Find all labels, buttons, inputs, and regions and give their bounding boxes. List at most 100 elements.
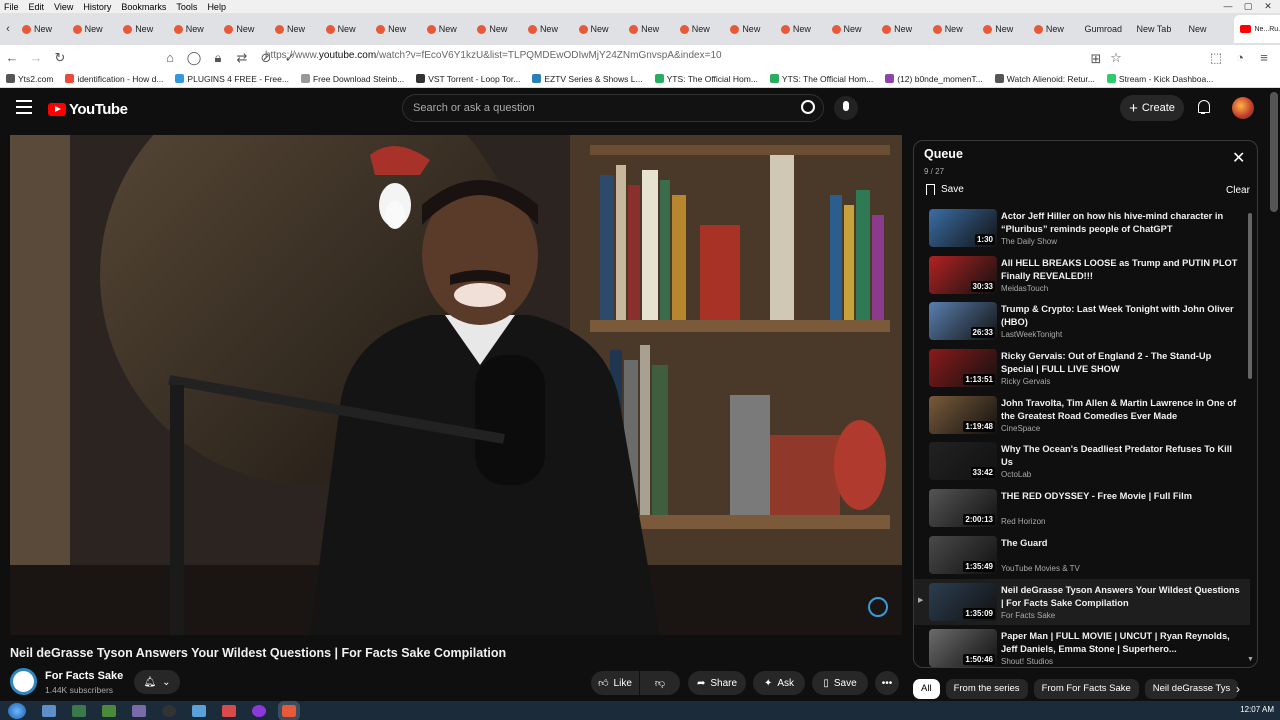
browser-tab[interactable]: Gumroad [1078,15,1130,43]
browser-tab[interactable]: New [623,15,674,43]
reload-icon[interactable]: ↻ [48,50,72,66]
share-button[interactable]: ➦ Share [688,671,746,695]
app-icon[interactable] [192,704,206,717]
filter-chip[interactable]: All [913,679,940,699]
browser-tab[interactable]: New [269,15,320,43]
bookmark-item[interactable]: YTS: The Official Hom... [764,74,879,84]
queue-item[interactable]: 2:00:13 THE RED ODYSSEY - Free Movie | Fu… [914,485,1250,532]
voice-search-icon[interactable] [834,96,858,120]
filter-chip[interactable]: From the series [945,679,1028,699]
bookmark-item[interactable]: YTS: The Official Hom... [649,74,764,84]
browser-tab[interactable]: New [674,15,725,43]
video-player[interactable] [10,135,902,635]
dislike-button[interactable]: 👎︎ [640,671,680,695]
bookmark-item[interactable]: identification - How d... [59,74,169,84]
app-icon[interactable] [252,704,266,717]
page-scrollbar[interactable] [1270,92,1278,212]
bookmark-item[interactable]: Free Download Steinb... [295,74,410,84]
more-actions-icon[interactable]: ••• [875,671,899,695]
tab-scroll-left-icon[interactable]: ‹ [0,23,16,35]
browser-tab[interactable]: New [826,15,877,43]
minimize-icon[interactable]: — [1220,1,1236,11]
bookmark-item[interactable]: VST Torrent - Loop Tor... [410,74,526,84]
start-icon[interactable] [8,702,26,719]
browser-tab[interactable]: New [876,15,927,43]
queue-item[interactable]: 33:42 Why The Ocean's Deadliest Predator … [914,438,1250,485]
menu-history[interactable]: History [83,2,111,12]
queue-save-button[interactable]: Save [926,184,964,195]
channel-avatar[interactable] [10,668,37,695]
notifications-bell-icon[interactable] [1196,100,1210,114]
menu-tools[interactable]: Tools [176,2,197,12]
forward-icon[interactable]: → [24,50,48,65]
browser-tab[interactable]: New [320,15,371,43]
browser-tab[interactable]: New [421,15,472,43]
home-icon[interactable]: ⌂ [158,50,182,65]
queue-clear-button[interactable]: Clear [1226,185,1250,196]
browser-tab[interactable]: New [573,15,624,43]
queue-item[interactable]: 1:50:46 Paper Man | FULL MOVIE | UNCUT | … [914,625,1250,667]
bookmark-item[interactable]: PLUGINS 4 FREE - Free... [169,74,295,84]
subscription-bell-button[interactable]: 🔔︎ ⌄ [134,670,180,694]
bookmark-item[interactable]: Yts2.com [0,74,59,84]
scroll-down-icon[interactable]: ▼ [1247,656,1254,663]
queue-item[interactable]: 26:33 Trump & Crypto: Last Week Tonight w… [914,298,1250,345]
menu-edit[interactable]: Edit [29,2,45,12]
menu-help[interactable]: Help [207,2,226,12]
app-icon[interactable] [72,704,86,717]
extensions-icon[interactable]: ⬚ [1204,50,1228,66]
youtube-logo[interactable]: YouTube [48,101,128,118]
browser-tab[interactable]: New [724,15,775,43]
browser-tab[interactable]: New [1028,15,1079,43]
queue-item[interactable]: 1:30 Actor Jeff Hiller on how his hive-mi… [914,205,1250,252]
browser-tab[interactable]: New [67,15,118,43]
browser-tab[interactable]: New [775,15,826,43]
create-button[interactable]: + Create [1120,95,1184,121]
bookmark-item[interactable]: EZTV Series & Shows L... [526,74,648,84]
menu-file[interactable]: File [4,2,19,12]
app-icon[interactable] [102,704,116,717]
permissions-icon[interactable]: ⇄ [230,50,254,66]
url-field[interactable]: https://www.youtube.com/watch?v=fEcoV6Y1… [265,50,722,61]
browser-taskbar-icon[interactable] [278,700,300,720]
browser-tab[interactable]: New Tab [1130,15,1182,43]
channel-name[interactable]: For Facts Sake [45,670,123,682]
browser-tab[interactable]: New [117,15,168,43]
queue-item[interactable]: 1:35:49 The Guard YouTube Movies & TV [914,532,1250,579]
queue-item[interactable]: ▶ 1:35:09 Neil deGrasse Tyson Answers Your… [914,578,1250,626]
queue-item[interactable]: 30:33 All HELL BREAKS LOOSE as Trump and … [914,252,1250,299]
filter-chip[interactable]: From For Facts Sake [1033,679,1139,699]
bookmark-item[interactable]: Stream - Kick Dashboa... [1101,74,1219,84]
like-button[interactable]: 👍︎ Like [591,671,639,695]
shield-icon[interactable]: ◯ [182,50,206,66]
filter-chip[interactable]: Neil deGrasse Tys [1144,679,1239,699]
browser-tab[interactable]: New [471,15,522,43]
app-icon[interactable] [222,704,236,717]
menu-bookmarks[interactable]: Bookmarks [121,2,166,12]
browser-tab[interactable]: New [977,15,1028,43]
account-icon[interactable]: ◔ [1228,50,1252,65]
app-icon[interactable] [132,704,146,717]
queue-scrollbar[interactable] [1248,213,1252,379]
queue-item[interactable]: 1:13:51 Ricky Gervais: Out of England 2 -… [914,345,1250,392]
bookmark-star-icon[interactable]: ☆ [1104,50,1128,66]
explorer-icon[interactable] [42,704,56,717]
back-icon[interactable]: ← [0,50,24,65]
queue-item[interactable]: 1:19:48 John Travolta, Tim Allen & Martin… [914,392,1250,439]
hamburger-menu-icon[interactable] [16,100,32,114]
ask-button[interactable]: ✦ Ask [753,671,805,695]
active-browser-tab[interactable]: Ne...Ru... [1234,15,1280,43]
browser-tab[interactable]: New [1182,15,1234,43]
app-icon[interactable] [162,704,176,717]
search-icon[interactable] [801,100,815,114]
save-button[interactable]: ▯ Save [812,671,868,695]
clock[interactable]: 12:07 AM [1240,705,1274,714]
close-window-icon[interactable]: ✕ [1260,1,1276,11]
search-input[interactable]: Search or ask a question [402,94,824,122]
browser-tab[interactable]: New [168,15,219,43]
browser-tab[interactable]: New [927,15,978,43]
chevron-right-icon[interactable]: › [1236,682,1240,696]
browser-tab[interactable]: New [16,15,67,43]
user-avatar[interactable] [1232,97,1254,119]
close-icon[interactable]: ✕ [1232,151,1245,167]
